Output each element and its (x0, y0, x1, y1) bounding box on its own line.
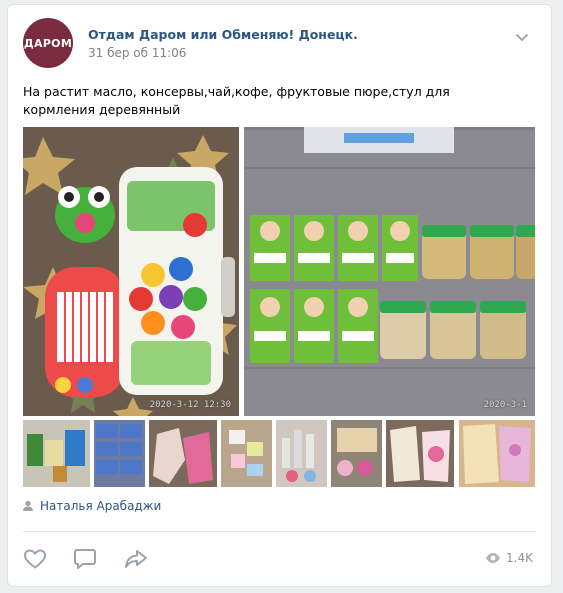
comment-icon[interactable] (72, 546, 98, 572)
eye-icon (486, 553, 500, 563)
like-heart-icon[interactable] (22, 546, 48, 572)
share-icon[interactable] (123, 546, 149, 572)
photo-timestamp: 2020-3-12 12:30 (149, 400, 231, 410)
post-card: ДАРОМ Отдам Даром или Обменяю! Донецк. 3… (7, 4, 552, 587)
author-name-link[interactable]: Наталья Арабаджи (40, 499, 161, 513)
photo-thumbnail[interactable] (221, 420, 272, 487)
views-count: 1.4K (506, 551, 533, 565)
post-author: Наталья Арабаджи (22, 499, 161, 513)
views-counter: 1.4K (485, 551, 533, 565)
post-photo-baby-food[interactable]: 2020-3-1 (244, 127, 535, 416)
photo-thumbnail[interactable] (23, 420, 90, 487)
post-date[interactable]: 31 бер об 11:06 (88, 46, 186, 60)
photo-thumbnail[interactable] (149, 420, 217, 487)
user-icon (23, 500, 33, 511)
group-avatar-text: ДАРОМ (23, 36, 73, 50)
group-avatar[interactable]: ДАРОМ (23, 18, 73, 68)
photo-thumbnail[interactable] (276, 420, 327, 487)
photo-thumbnail[interactable] (459, 420, 535, 487)
post-photo-toys[interactable]: 2020-3-12 12:30 (23, 127, 239, 416)
photo-thumbnail[interactable] (94, 420, 145, 487)
divider (23, 531, 536, 532)
photo-thumbnail[interactable] (331, 420, 382, 487)
photo-timestamp: 2020-3-1 (483, 400, 527, 410)
post-text: На растит масло, консервы,чай,кофе, фрук… (23, 84, 450, 117)
chevron-down-icon[interactable] (514, 29, 530, 45)
photo-thumbnail[interactable] (386, 420, 454, 487)
group-name-link[interactable]: Отдам Даром или Обменяю! Донецк. (88, 27, 358, 42)
